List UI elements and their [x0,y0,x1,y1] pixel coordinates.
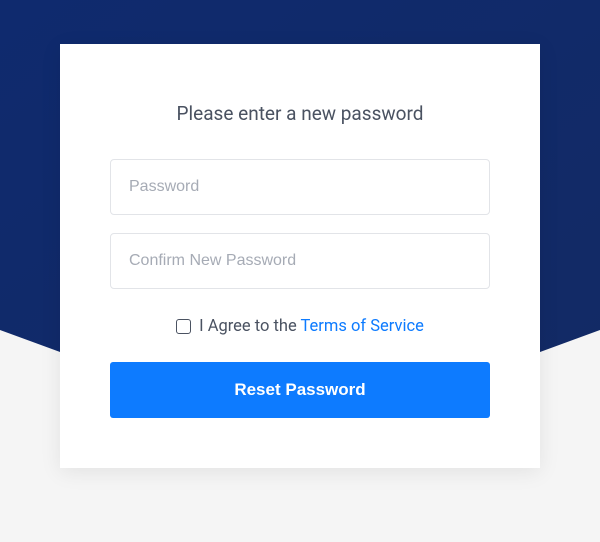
agree-label: I Agree to the Terms of Service [199,317,424,336]
agree-row: I Agree to the Terms of Service [110,317,490,336]
terms-of-service-link[interactable]: Terms of Service [301,317,424,336]
agree-prefix: I Agree to the [199,317,300,336]
card-heading: Please enter a new password [110,102,490,125]
reset-password-card: Please enter a new password I Agree to t… [60,44,540,468]
password-input[interactable] [110,159,490,215]
confirm-password-input[interactable] [110,233,490,289]
agree-checkbox[interactable] [176,319,191,334]
reset-password-button[interactable]: Reset Password [110,362,490,418]
